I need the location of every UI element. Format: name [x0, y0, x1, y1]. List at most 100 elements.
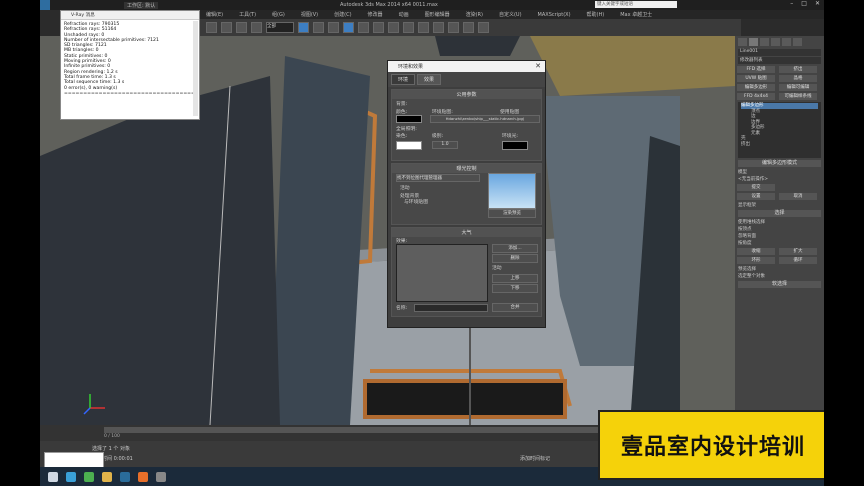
modifier-button[interactable]: FFD 4x4x4	[737, 93, 775, 100]
link-icon[interactable]	[236, 22, 247, 33]
use-stack-selection-checkbox[interactable]: 使用堆栈选择	[738, 219, 821, 225]
merge-button[interactable]: 合并	[492, 303, 538, 312]
material-editor-icon[interactable]	[448, 22, 459, 33]
menu-item[interactable]: 创建(C)	[334, 11, 351, 18]
render-preview-button[interactable]: 渲染预览	[488, 209, 536, 218]
active-checkbox[interactable]: 活动	[400, 184, 410, 191]
use-map-checkbox[interactable]: 使用贴图	[500, 108, 519, 115]
by-vertex-checkbox[interactable]: 按顶点	[738, 226, 821, 232]
modifier-button[interactable]: UVW 贴图	[737, 75, 775, 82]
workspace-selector[interactable]: 工作区: 默认	[124, 1, 159, 9]
settings-button[interactable]: 设置	[737, 193, 775, 200]
delete-effect-button[interactable]: 删除	[492, 254, 538, 263]
menu-item[interactable]: 视图(V)	[301, 11, 318, 18]
angle-snap-icon[interactable]	[403, 22, 414, 33]
move-up-button[interactable]: 上移	[492, 274, 538, 283]
folder-icon[interactable]	[102, 471, 112, 482]
close-icon[interactable]: ✕	[815, 0, 820, 7]
add-effect-button[interactable]: 添加...	[492, 244, 538, 253]
background-color-swatch[interactable]	[396, 115, 422, 123]
maxscript-listener-mini[interactable]	[44, 452, 104, 468]
scale-icon[interactable]	[373, 22, 384, 33]
mirror-icon[interactable]	[418, 22, 429, 33]
modifier-button[interactable]: 挤出	[779, 66, 817, 73]
common-params-header[interactable]: 公用参数	[392, 90, 541, 99]
menu-item[interactable]: 动画	[399, 11, 409, 18]
align-icon[interactable]	[433, 22, 444, 33]
show-cage-checkbox[interactable]: 显示框架	[738, 202, 821, 208]
display-tab-icon[interactable]	[782, 38, 791, 46]
browser-icon[interactable]	[66, 471, 76, 482]
app-icon[interactable]	[84, 471, 94, 482]
menu-item[interactable]: 编辑(E)	[206, 11, 223, 18]
env-map-button[interactable]: Hdanzhi\zenbo\ship___static.hdnarch.jpg)	[430, 115, 540, 123]
tab-effects[interactable]: 效果	[417, 74, 442, 85]
modify-tab-icon[interactable]	[749, 38, 758, 46]
rect-select-icon[interactable]	[328, 22, 339, 33]
effects-list[interactable]	[396, 244, 488, 302]
minimize-icon[interactable]: –	[790, 0, 793, 7]
menu-item[interactable]: 渲染(R)	[466, 11, 483, 18]
stack-item[interactable]: 挤出	[741, 142, 818, 148]
menu-item[interactable]: 自定义(U)	[499, 11, 522, 18]
menu-item[interactable]: 工具(T)	[239, 11, 256, 18]
commit-button[interactable]: 提交	[737, 184, 775, 191]
menu-item[interactable]: Max 卓越卫士	[620, 11, 652, 18]
ambient-color-swatch[interactable]	[502, 141, 528, 150]
vray-messages-window[interactable]: V-Ray 消息 Refraction rays: 790315 Refracti…	[60, 10, 200, 120]
photoshop-icon[interactable]	[138, 471, 148, 482]
selection-filter-dropdown[interactable]: 全部	[266, 22, 294, 33]
ignore-backfacing-checkbox[interactable]: 忽略背面	[738, 233, 821, 239]
unlink-icon[interactable]	[251, 22, 262, 33]
menu-item[interactable]: 组(G)	[272, 11, 285, 18]
select-by-name-icon[interactable]	[313, 22, 324, 33]
maximize-icon[interactable]: □	[801, 0, 807, 7]
menu-item[interactable]: MAXScript(X)	[538, 12, 571, 18]
name-input[interactable]	[414, 304, 488, 312]
vray-scrollbar[interactable]	[193, 21, 198, 116]
atmosphere-header[interactable]: 大气	[392, 228, 541, 237]
modifier-button[interactable]: FFD 选择	[737, 66, 775, 73]
menu-item[interactable]: 修改器	[368, 11, 383, 18]
utility-icon[interactable]	[156, 471, 166, 482]
shrink-button[interactable]: 收缩	[737, 248, 775, 255]
undo-icon[interactable]	[206, 22, 217, 33]
level-spinner[interactable]: 1.0	[432, 141, 458, 149]
menu-item[interactable]: 帮助(H)	[587, 11, 605, 18]
by-angle-checkbox[interactable]: 按角度	[738, 240, 821, 246]
utilities-tab-icon[interactable]	[793, 38, 802, 46]
3dsmax-taskbar-icon[interactable]	[120, 471, 130, 482]
move-icon[interactable]	[343, 22, 354, 33]
exposure-dropdown[interactable]: 找不到位图代理管理器	[396, 174, 480, 182]
cancel-button[interactable]: 取消	[779, 193, 817, 200]
redo-icon[interactable]	[221, 22, 232, 33]
modifier-button[interactable]: 编辑多边形	[737, 84, 775, 91]
object-name-field[interactable]: Line001	[738, 49, 821, 56]
hierarchy-tab-icon[interactable]	[760, 38, 769, 46]
ring-button[interactable]: 环形	[737, 257, 775, 264]
render-icon[interactable]	[478, 22, 489, 33]
exposure-control-header[interactable]: 曝光控制	[392, 164, 541, 173]
tint-color-swatch[interactable]	[396, 141, 422, 150]
loop-button[interactable]: 循环	[779, 257, 817, 264]
modifier-button[interactable]: 编辑可编辑	[779, 84, 817, 91]
render-setup-icon[interactable]	[463, 22, 474, 33]
rotate-icon[interactable]	[358, 22, 369, 33]
active-effect-checkbox[interactable]: 活动	[492, 264, 502, 271]
start-icon[interactable]	[48, 471, 58, 482]
tab-environment[interactable]: 环境	[391, 74, 416, 85]
create-tab-icon[interactable]	[738, 38, 747, 46]
selection-header[interactable]: 选择	[738, 210, 821, 217]
move-down-button[interactable]: 下移	[492, 284, 538, 293]
dialog-close-icon[interactable]: ✕	[535, 62, 541, 70]
modifier-button[interactable]: 晶格	[779, 75, 817, 82]
select-object-icon[interactable]	[298, 22, 309, 33]
modifier-list-dropdown[interactable]: 修改器列表	[738, 57, 821, 64]
modifier-stack[interactable]: 编辑多边形 顶点边边界 多边形 元素壳挤出	[738, 102, 821, 158]
menu-item[interactable]: 图形编辑器	[425, 11, 450, 18]
model-radio[interactable]: 模型	[738, 169, 821, 175]
snap-icon[interactable]	[388, 22, 399, 33]
soft-selection-header[interactable]: 软选择	[738, 281, 821, 288]
search-input[interactable]: 键入关键字或短语	[595, 1, 677, 8]
add-time-tag[interactable]: 添加时间标记	[520, 455, 550, 462]
